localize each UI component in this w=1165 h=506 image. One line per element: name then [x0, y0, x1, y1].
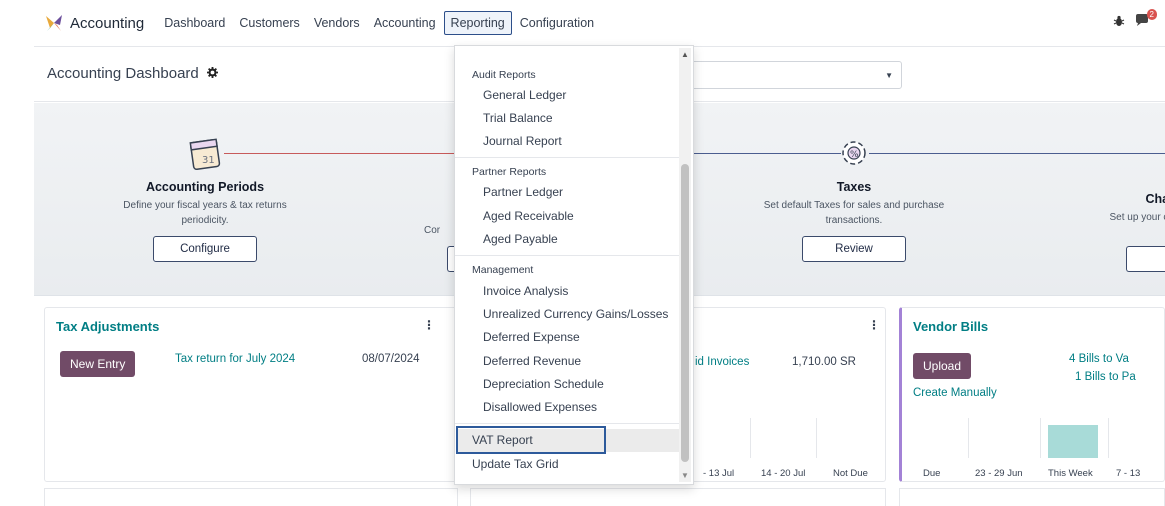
search-dropdown-toggle-icon[interactable]: ▼ — [885, 71, 893, 80]
svg-text:31: 31 — [202, 155, 215, 166]
scrollbar-thumb[interactable] — [681, 164, 689, 462]
kebab-menu-icon[interactable]: ⋮ — [423, 318, 435, 332]
onboarding-step-periods: 31 Accounting Periods Define your fiscal… — [80, 135, 330, 262]
invoices-amount: 1,710.00 SR — [792, 356, 856, 368]
menu-item-journal-report[interactable]: Journal Report — [483, 134, 562, 148]
card-title[interactable]: Vendor Bills — [913, 319, 988, 334]
bills-to-pay-link[interactable]: 1 Bills to Pa — [1075, 371, 1136, 383]
step-description: Define your fiscal years & tax returns — [123, 200, 287, 211]
chat-icon[interactable]: 2 — [1135, 9, 1157, 31]
step-title: Taxes — [836, 180, 872, 194]
axis-label: Due — [923, 468, 941, 479]
menu-reporting[interactable]: Reporting — [443, 11, 512, 35]
step-description: Set default Taxes for sales and purchase — [763, 200, 945, 211]
onboarding-step-partial: Cor — [424, 219, 454, 238]
chart-gridline — [1040, 418, 1041, 458]
top-navbar: Accounting Dashboard Customers Vendors A… — [34, 0, 1165, 46]
menu-dashboard[interactable]: Dashboard — [158, 12, 231, 34]
tax-return-link[interactable]: Tax return for July 2024 — [175, 353, 295, 365]
menu-item-partner-ledger[interactable]: Partner Ledger — [483, 185, 563, 199]
review-button[interactable]: Review — [802, 236, 906, 262]
menu-item-deferred-revenue[interactable]: Deferred Revenue — [483, 354, 581, 368]
menu-item-vat-report[interactable]: VAT Report — [472, 433, 533, 447]
section-header-management: Management — [472, 264, 534, 276]
chart-gridline — [968, 418, 969, 458]
menu-item-depreciation-schedule[interactable]: Depreciation Schedule — [483, 377, 604, 391]
vendor-bills-card: Vendor Bills Upload Create Manually 4 Bi… — [899, 307, 1165, 482]
chart-gridline — [750, 418, 751, 458]
upload-button[interactable]: Upload — [913, 353, 972, 379]
menu-configuration[interactable]: Configuration — [514, 12, 600, 34]
axis-label: This Week — [1048, 468, 1093, 479]
menu-customers[interactable]: Customers — [233, 12, 305, 34]
axis-label: 23 - 29 Jun — [975, 468, 1023, 479]
tax-return-date: 08/07/2024 — [362, 353, 420, 365]
step-description: transactions. — [825, 215, 883, 226]
menu-item-unrealized-currency[interactable]: Unrealized Currency Gains/Losses — [483, 307, 668, 321]
tax-adjustments-card: Tax Adjustments ⋮ New Entry Tax return f… — [44, 307, 458, 482]
step-description: Set up your ch — [1109, 212, 1165, 223]
app-title[interactable]: Accounting — [70, 15, 144, 32]
menu-item-update-tax-grid[interactable]: Update Tax Grid — [472, 457, 559, 471]
bills-to-validate-link[interactable]: 4 Bills to Va — [1069, 353, 1129, 365]
reporting-dropdown-menu: Audit Reports General Ledger Trial Balan… — [454, 45, 694, 485]
new-entry-button[interactable]: New Entry — [60, 351, 136, 377]
card-title[interactable]: Tax Adjustments — [56, 319, 159, 334]
chart-bar-this-week — [1048, 425, 1098, 458]
step-description: periodicity. — [181, 215, 229, 226]
scroll-down-icon[interactable]: ▼ — [681, 471, 689, 480]
menu-vendors[interactable]: Vendors — [308, 12, 366, 34]
unpaid-invoices-link[interactable]: id Invoices — [695, 356, 749, 368]
menu-item-trial-balance[interactable]: Trial Balance — [483, 111, 553, 125]
menu-item-general-ledger[interactable]: General Ledger — [483, 88, 566, 102]
menu-divider — [455, 423, 681, 424]
accounting-app-icon[interactable] — [44, 13, 64, 33]
bug-icon[interactable] — [1113, 15, 1125, 30]
navbar-systray: 2 — [1113, 9, 1157, 31]
axis-label: - 13 Jul — [703, 468, 735, 479]
kebab-menu-icon[interactable]: ⋮ — [868, 318, 880, 332]
search-input[interactable]: ▼ — [684, 61, 902, 89]
menu-item-invoice-analysis[interactable]: Invoice Analysis — [483, 284, 568, 298]
gear-icon: % — [836, 135, 872, 174]
menu-item-aged-payable[interactable]: Aged Payable — [483, 232, 558, 246]
menu-divider — [455, 157, 681, 158]
step-button-partial[interactable] — [1126, 246, 1165, 272]
menu-divider — [455, 255, 681, 256]
step-title: Char — [1145, 192, 1165, 206]
gear-icon[interactable] — [206, 65, 218, 82]
axis-label: Not Due — [833, 468, 868, 479]
onboarding-step-chart: Char Set up your ch in — [1064, 186, 1165, 240]
create-manually-link[interactable]: Create Manually — [913, 387, 997, 399]
dropdown-scrollbar[interactable]: ▲ ▼ — [679, 48, 691, 482]
menu-item-disallowed-expenses[interactable]: Disallowed Expenses — [483, 400, 597, 414]
chart-gridline — [1108, 418, 1109, 458]
calendar-icon: 31 — [188, 135, 222, 174]
step-title: Accounting Periods — [145, 180, 265, 194]
chart-gridline — [816, 418, 817, 458]
axis-label: 7 - 13 — [1116, 468, 1141, 479]
section-header-audit: Audit Reports — [472, 69, 536, 81]
dashboard-card — [44, 488, 458, 506]
breadcrumb: Accounting Dashboard — [47, 65, 218, 82]
onboarding-step-taxes: % Taxes Set default Taxes for sales and … — [729, 135, 979, 262]
menu-accounting[interactable]: Accounting — [368, 12, 442, 34]
step-description: Cor — [424, 225, 441, 236]
menu-item-deferred-expense[interactable]: Deferred Expense — [483, 330, 580, 344]
step-description: in — [1064, 225, 1165, 240]
menu-item-aged-receivable[interactable]: Aged Receivable — [483, 209, 574, 223]
scroll-up-icon[interactable]: ▲ — [681, 50, 689, 59]
svg-text:%: % — [850, 150, 859, 160]
axis-label: 14 - 20 Jul — [761, 468, 806, 479]
page-title: Accounting Dashboard — [47, 65, 199, 82]
section-header-partner: Partner Reports — [472, 166, 547, 178]
dashboard-card — [470, 488, 886, 506]
notification-badge: 2 — [1146, 9, 1157, 20]
dashboard-card — [899, 488, 1165, 506]
configure-button[interactable]: Configure — [153, 236, 257, 262]
